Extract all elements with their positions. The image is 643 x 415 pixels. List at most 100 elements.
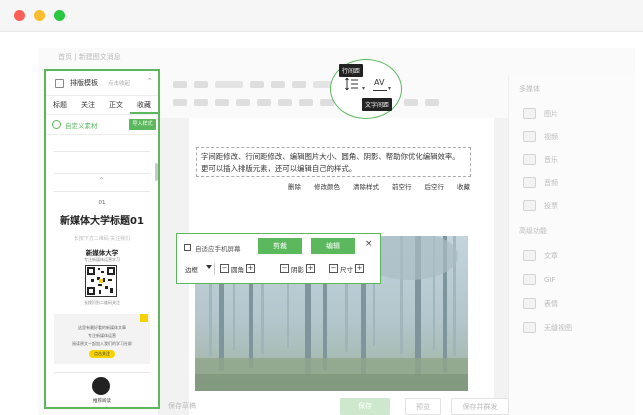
size-label: 尺寸 — [340, 265, 353, 274]
card-line: 阅读原文一起加入我们的学习社群 — [72, 341, 132, 346]
chevron-down-icon[interactable]: ▾ — [362, 85, 365, 92]
panel-tabs: 标题 关注 正文 收藏 — [46, 96, 158, 115]
right-item-gif[interactable]: GIF — [523, 274, 556, 285]
chevron-down-icon[interactable]: ▾ — [388, 85, 391, 92]
letter-spacing-tooltip: 文字间距 — [362, 98, 393, 111]
minimize-window-button[interactable] — [34, 10, 45, 21]
card-line: 这里有最好看的新媒体文章 — [78, 325, 126, 330]
breadcrumb: 首页 | 新建图文消息 — [58, 53, 121, 61]
right-panel-heading: 高级功能 — [519, 227, 547, 235]
right-item-image[interactable]: 图片 — [523, 108, 558, 119]
radius-label: 圆角 — [231, 265, 244, 274]
panel-title: 排版模板 — [70, 79, 98, 87]
brand-name: 新媒体大学 — [85, 249, 119, 257]
close-icon[interactable]: × — [365, 239, 373, 249]
template-panel: 排版模板 点击收起 ⌃ 标题 关注 正文 收藏 自定义素材 导入样式 ^ 01 … — [44, 69, 160, 409]
size-stepper: − 尺寸 + — [329, 263, 364, 274]
plus-icon[interactable]: + — [355, 264, 364, 273]
divider — [54, 173, 150, 174]
shadow-stepper: − 阴影 + — [280, 263, 315, 274]
music-icon — [523, 154, 536, 165]
qr-code-icon — [87, 267, 115, 295]
preview-button[interactable]: 预览 — [405, 398, 441, 415]
save-button[interactable]: 保存 — [340, 398, 390, 415]
promo-card[interactable]: 这里有最好看的新媒体文章 专注新媒体运营 阅读原文一起加入我们的学习社群 点击关… — [54, 314, 150, 364]
draft-link[interactable]: 保存草稿 — [168, 398, 196, 415]
scrollbar[interactable] — [155, 163, 158, 181]
template-headline[interactable]: 新媒体大学标题01 — [46, 212, 158, 227]
collapse-link[interactable]: 点击收起 — [108, 79, 130, 87]
image-toolbar: 自适应手机屏幕 剪裁 编辑 × 边框 − 圆角 + − 阴影 + − 尺寸 + — [176, 233, 381, 284]
card-follow-button[interactable]: 点击关注 — [89, 350, 115, 358]
text-block[interactable]: 字间距修改、行间距修改、编辑图片大小、圆角、阴影、帮助你优化编辑效率。更可以插入… — [196, 147, 471, 177]
qr-subtitle: 长按识别二维码关注 — [84, 300, 120, 305]
seamless-icon — [523, 322, 536, 333]
radius-stepper: − 圆角 + — [220, 263, 255, 274]
text-content[interactable]: 字间距修改、行间距修改、编辑图片大小、圆角、阴影、帮助你优化编辑效率。更可以插入… — [201, 151, 466, 175]
article-icon — [523, 250, 536, 261]
right-item-emoji[interactable]: 表情 — [523, 298, 558, 309]
clear-style-button[interactable]: 清除样式 — [353, 180, 379, 195]
tab-favorites[interactable]: 收藏 — [130, 96, 158, 114]
right-item-vote[interactable]: 投票 — [523, 200, 558, 211]
image-icon — [523, 108, 536, 119]
follow-hint: 长按下方二维码 关注我们 — [73, 236, 131, 242]
qr-code-image[interactable] — [85, 265, 117, 297]
emoji-icon — [523, 298, 536, 309]
audio-icon — [523, 177, 536, 188]
gif-icon — [523, 274, 536, 285]
brand-subtitle: 专注新媒体运营学习 — [84, 257, 120, 262]
edit-button[interactable]: 编辑 — [311, 238, 355, 254]
video-icon — [523, 131, 536, 142]
divider — [54, 151, 150, 152]
shadow-label: 阴影 — [291, 265, 304, 274]
text-operations: 删除 修改颜色 清除样式 前空行 后空行 收藏 — [288, 180, 470, 195]
tab-body[interactable]: 正文 — [102, 96, 130, 114]
adapt-screen-label: 自适应手机屏幕 — [195, 245, 241, 253]
minus-icon[interactable]: − — [280, 264, 289, 273]
custom-material-row: 自定义素材 导入样式 — [46, 115, 158, 135]
crop-button[interactable]: 剪裁 — [258, 238, 302, 254]
right-item-audio[interactable]: 音频 — [523, 177, 558, 188]
close-window-button[interactable] — [14, 10, 25, 21]
custom-material-link[interactable]: 自定义素材 — [65, 120, 98, 130]
right-item-seamless[interactable]: 无缝视图 — [523, 322, 572, 333]
maximize-window-button[interactable] — [54, 10, 65, 21]
line-spacing-icon[interactable] — [345, 77, 359, 91]
favorite-button[interactable]: 收藏 — [457, 180, 470, 195]
right-panel-heading: 多媒体 — [519, 85, 540, 93]
letter-spacing-icon[interactable]: AV — [374, 78, 384, 87]
delete-button[interactable]: 删除 — [288, 180, 301, 195]
border-select[interactable]: 边框 — [185, 264, 198, 274]
caret-up-icon[interactable]: ⌃ — [147, 77, 153, 85]
line-spacing-tooltip: 行间距 — [339, 64, 364, 77]
add-icon — [52, 120, 61, 129]
right-item-article[interactable]: 文章 — [523, 250, 558, 261]
template-icon — [55, 79, 64, 88]
import-style-button[interactable]: 导入样式 — [129, 119, 156, 130]
divider — [54, 372, 150, 373]
plus-icon[interactable]: + — [246, 264, 255, 273]
right-item-video[interactable]: 视频 — [523, 131, 558, 142]
chevron-down-icon[interactable] — [206, 265, 212, 269]
blank-line-after-button[interactable]: 后空行 — [425, 180, 445, 195]
letter-spacing-underline — [373, 90, 387, 91]
avatar — [92, 377, 110, 395]
change-color-button[interactable]: 修改颜色 — [314, 180, 340, 195]
blank-line-before-button[interactable]: 前空行 — [392, 180, 412, 195]
minus-icon[interactable]: − — [329, 264, 338, 273]
vote-icon — [523, 200, 536, 211]
panel-header: 排版模板 点击收起 ⌃ — [46, 71, 158, 96]
adapt-screen-checkbox[interactable] — [184, 244, 191, 251]
chevron-up-icon: ^ — [99, 177, 105, 184]
plus-icon[interactable]: + — [306, 264, 315, 273]
minus-icon[interactable]: − — [220, 264, 229, 273]
save-and-send-button[interactable]: 保存并群发 — [451, 398, 509, 415]
tab-follow[interactable]: 关注 — [74, 96, 102, 114]
card-line: 专注新媒体运营 — [88, 333, 116, 338]
avatar-label: 推荐阅读 — [93, 399, 111, 404]
right-panel: 多媒体 图片 视频 音乐 音频 投票 高级功能 文章 GIF 表情 无缝视图 — [508, 76, 635, 415]
right-item-music[interactable]: 音乐 — [523, 154, 558, 165]
divider — [54, 191, 150, 192]
tab-title[interactable]: 标题 — [46, 96, 74, 114]
